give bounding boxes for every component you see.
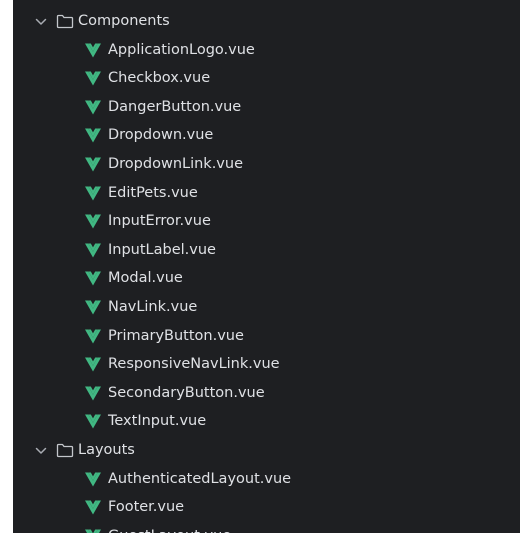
file-row[interactable]: Footer.vue <box>13 493 520 522</box>
vue-file-icon <box>85 128 101 143</box>
chevron-down-icon[interactable] <box>35 446 47 456</box>
file-row[interactable]: Dropdown.vue <box>13 121 520 150</box>
file-name: EditPets.vue <box>108 184 198 201</box>
file-row[interactable]: InputLabel.vue <box>13 236 520 265</box>
vue-file-icon <box>85 500 101 515</box>
file-row[interactable]: DangerButton.vue <box>13 93 520 122</box>
file-row[interactable]: ResponsiveNavLink.vue <box>13 350 520 379</box>
chevron-down-icon[interactable] <box>35 17 47 27</box>
vue-file-icon <box>85 100 101 115</box>
vue-file-icon <box>85 214 101 229</box>
file-name: AuthenticatedLayout.vue <box>108 470 292 487</box>
file-row[interactable]: SecondaryButton.vue <box>13 379 520 408</box>
folder-row-layouts[interactable]: Layouts <box>13 436 520 465</box>
vue-file-icon <box>85 414 101 429</box>
folder-row-components[interactable]: Components <box>13 7 520 36</box>
folder-icon <box>56 443 74 458</box>
vue-file-icon <box>85 300 101 315</box>
file-row[interactable]: GuestLayout.vue <box>13 522 520 533</box>
file-name: DropdownLink.vue <box>108 155 244 172</box>
vue-file-icon <box>85 271 101 286</box>
file-name: Modal.vue <box>108 270 183 287</box>
file-row[interactable]: TextInput.vue <box>13 407 520 436</box>
file-name: TextInput.vue <box>108 413 207 430</box>
file-row[interactable]: ApplicationLogo.vue <box>13 36 520 65</box>
project-tree-panel: Components ApplicationLogo.vue Checkbox.v… <box>13 0 520 533</box>
vue-file-icon <box>85 157 101 172</box>
vue-file-icon <box>85 472 101 486</box>
folder-icon <box>56 14 74 29</box>
vue-file-icon <box>85 243 101 258</box>
file-name: GuestLayout.vue <box>108 522 231 533</box>
file-row[interactable]: InputError.vue <box>13 207 520 236</box>
vue-file-icon <box>85 357 101 372</box>
file-row[interactable]: Modal.vue <box>13 264 520 293</box>
file-name: Dropdown.vue <box>108 127 214 144</box>
vue-file-icon <box>85 186 101 201</box>
file-row[interactable]: PrimaryButton.vue <box>13 322 520 351</box>
file-name: NavLink.vue <box>108 298 198 315</box>
file-name: SecondaryButton.vue <box>108 384 265 401</box>
vue-file-icon <box>85 529 101 533</box>
file-name: DangerButton.vue <box>108 98 242 115</box>
file-row[interactable]: Checkbox.vue <box>13 64 520 93</box>
file-row[interactable]: DropdownLink.vue <box>13 150 520 179</box>
file-row[interactable]: NavLink.vue <box>13 293 520 322</box>
file-name: InputLabel.vue <box>108 241 216 258</box>
vue-file-icon <box>85 386 101 401</box>
file-name: ApplicationLogo.vue <box>108 41 255 58</box>
project-tree: Components ApplicationLogo.vue Checkbox.v… <box>13 7 520 533</box>
file-name: PrimaryButton.vue <box>108 327 244 344</box>
file-row[interactable]: AuthenticatedLayout.vue <box>13 465 520 494</box>
folder-label: Components <box>78 13 170 29</box>
vue-file-icon <box>85 329 101 344</box>
file-name: Checkbox.vue <box>108 70 211 87</box>
folder-label: Layouts <box>78 441 135 458</box>
vue-file-icon <box>85 71 101 86</box>
vue-file-icon <box>85 43 101 58</box>
file-name: Footer.vue <box>108 499 185 516</box>
file-row[interactable]: EditPets.vue <box>13 179 520 208</box>
file-name: InputError.vue <box>108 213 211 230</box>
file-name: ResponsiveNavLink.vue <box>108 356 280 373</box>
